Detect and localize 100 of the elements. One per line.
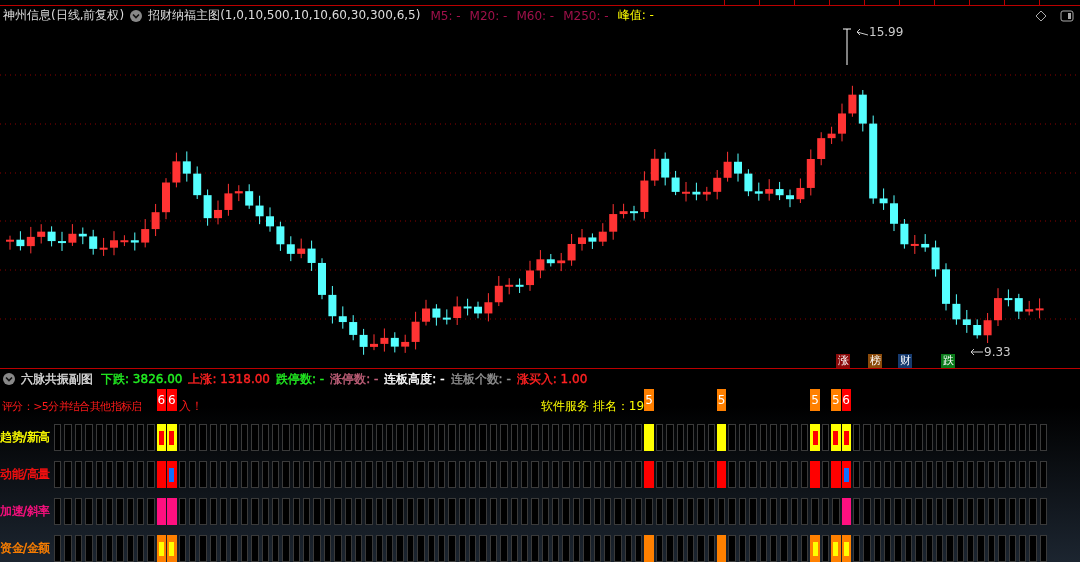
grid-cell bbox=[479, 535, 487, 562]
grid-cell bbox=[624, 498, 632, 525]
grid-cell bbox=[635, 424, 643, 451]
grid-cell bbox=[956, 461, 964, 488]
grid-cell bbox=[95, 424, 103, 451]
grid-cell bbox=[199, 461, 207, 488]
grid-cell bbox=[863, 535, 871, 562]
grid-cell bbox=[769, 461, 778, 488]
grid-cell bbox=[323, 424, 332, 451]
grid-cell bbox=[406, 535, 415, 562]
grid-cell bbox=[54, 535, 62, 562]
stat-value: 下跌: 3826.00 bbox=[101, 370, 183, 388]
grid-cell bbox=[64, 424, 72, 451]
grid-cell bbox=[541, 535, 549, 562]
grid-cell bbox=[603, 461, 612, 488]
grid-cell bbox=[531, 424, 539, 451]
grid-cell bbox=[147, 498, 155, 525]
grid-cell bbox=[406, 498, 415, 525]
grid-cell bbox=[292, 424, 300, 451]
average-value: M60: - bbox=[516, 8, 555, 23]
grid-cell bbox=[780, 498, 788, 525]
grid-cell bbox=[479, 461, 487, 488]
grid-cell bbox=[230, 535, 238, 562]
grid-cell bbox=[240, 535, 249, 562]
grid-cell bbox=[344, 498, 352, 525]
grid-cell bbox=[282, 498, 290, 525]
grid-cell bbox=[448, 424, 456, 451]
grid-cell bbox=[396, 535, 404, 562]
grid-cell bbox=[707, 424, 715, 451]
grid-cell bbox=[572, 535, 581, 562]
grid-cell bbox=[873, 535, 881, 562]
diamond-icon[interactable] bbox=[1034, 9, 1048, 22]
grid-cell bbox=[676, 424, 684, 451]
grid-cell bbox=[998, 498, 1006, 525]
grid-cell bbox=[873, 498, 881, 525]
grid-cell bbox=[458, 498, 466, 525]
grid-cell bbox=[64, 461, 72, 488]
grid-cell bbox=[126, 424, 134, 451]
grid-cell bbox=[230, 461, 238, 488]
grid-cell bbox=[251, 424, 259, 451]
high-price-label: 15.99 bbox=[869, 25, 904, 39]
grid-cell bbox=[261, 461, 269, 488]
grid-cell bbox=[489, 535, 498, 562]
average-value: M250: - bbox=[563, 8, 609, 23]
grid-cell bbox=[74, 461, 83, 488]
grid-cell bbox=[728, 461, 736, 488]
grid-cell bbox=[925, 424, 933, 451]
grid-cell bbox=[74, 535, 83, 562]
grid-cell bbox=[904, 461, 913, 488]
grid-cell bbox=[790, 535, 798, 562]
grid-cell bbox=[562, 424, 570, 451]
grid-cell bbox=[427, 535, 435, 562]
grid-cell bbox=[946, 498, 954, 525]
grid-cell bbox=[593, 535, 601, 562]
grid-cell bbox=[147, 535, 155, 562]
grid-cell bbox=[977, 461, 985, 488]
grid-cell bbox=[531, 535, 539, 562]
chevron-down-icon[interactable] bbox=[3, 373, 15, 385]
grid-cell bbox=[209, 461, 217, 488]
grid-cell bbox=[614, 535, 622, 562]
grid-cell bbox=[448, 535, 456, 562]
event-tag: 财 bbox=[898, 354, 912, 368]
grid-cell bbox=[178, 424, 186, 451]
grid-cell bbox=[707, 498, 715, 525]
grid-cell bbox=[593, 498, 601, 525]
grid-cell bbox=[469, 461, 477, 488]
grid-cell bbox=[469, 498, 477, 525]
grid-cell bbox=[863, 424, 871, 451]
grid-cell bbox=[396, 498, 404, 525]
grid-cell bbox=[655, 424, 664, 451]
grid-cell bbox=[801, 535, 809, 562]
grid-cell bbox=[1029, 461, 1037, 488]
leader-line bbox=[970, 348, 984, 356]
grid-cell bbox=[448, 461, 456, 488]
grid-cell bbox=[375, 461, 383, 488]
grid-cell bbox=[1018, 535, 1027, 562]
grid-cell bbox=[261, 535, 269, 562]
grid-cell bbox=[354, 424, 363, 451]
grid-cell bbox=[666, 498, 674, 525]
grid-cell bbox=[707, 535, 715, 562]
grid-cell bbox=[344, 535, 352, 562]
grid-cell bbox=[801, 461, 809, 488]
chevron-down-icon[interactable] bbox=[130, 9, 143, 22]
grid-cell bbox=[240, 461, 249, 488]
grid-cell bbox=[116, 498, 124, 525]
grid-cell bbox=[624, 424, 632, 451]
score-badge: 5 bbox=[810, 389, 820, 411]
grid-cell bbox=[1008, 498, 1016, 525]
grid-cell bbox=[676, 498, 684, 525]
grid-cell bbox=[852, 498, 861, 525]
peak-value: 峰值: - bbox=[617, 7, 654, 24]
panel-toggle-icon[interactable] bbox=[1060, 9, 1074, 22]
grid-cell bbox=[738, 424, 747, 451]
grid-cell bbox=[282, 535, 290, 562]
grid-cell bbox=[396, 461, 404, 488]
grid-cell bbox=[946, 461, 954, 488]
grid-cell bbox=[904, 424, 913, 451]
grid-cell bbox=[220, 535, 228, 562]
grid-cell bbox=[437, 461, 446, 488]
grid-cell bbox=[437, 424, 446, 451]
